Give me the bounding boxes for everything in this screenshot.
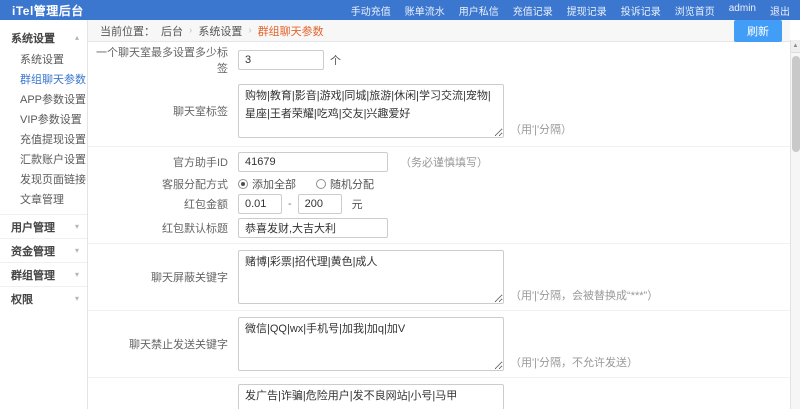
sidebar-group-user-manage[interactable]: 用户管理 ▾	[0, 214, 87, 238]
block-keywords-textarea[interactable]: 赌博|彩票|招代理|黄色|成人	[238, 250, 504, 304]
field-label: 聊天屏蔽关键字	[88, 269, 238, 285]
topbar-menu-item-user-messages[interactable]: 用户私信	[459, 3, 499, 18]
topbar-menu-item-logout[interactable]: 退出	[770, 3, 790, 18]
chevron-down-icon: ▾	[75, 271, 79, 279]
field-hint: （务必谨慎填写）	[394, 154, 488, 171]
sidebar-item-article-manage[interactable]: 文章管理	[0, 190, 87, 210]
unit-suffix: 元	[348, 196, 363, 212]
forbid-keywords-textarea[interactable]: 微信|QQ|wx|手机号|加我|加q|加V	[238, 317, 504, 371]
breadcrumb-item-system-settings[interactable]: 系统设置	[198, 23, 242, 39]
form-row-helper-id: 官方助手ID （务必谨慎填写）	[88, 147, 790, 175]
sidebar-group-permissions[interactable]: 权限 ▾	[0, 286, 87, 310]
field-label: 客服分配方式	[88, 176, 238, 192]
form-row-assign-mode: 客服分配方式 添加全部 随机分配	[88, 175, 790, 193]
breadcrumb-item-current: 群组聊天参数	[258, 23, 324, 39]
chevron-right-icon: ›	[189, 25, 192, 36]
field-label: 红包金额	[88, 196, 238, 212]
breadcrumb-prefix: 当前位置：	[100, 23, 155, 39]
radio-option-random[interactable]: 随机分配	[316, 176, 374, 192]
settings-form: 一个聊天室最多设置多少标签 个 聊天室标签 购物|教育|影音|游戏|同城|旅游|…	[88, 42, 790, 409]
breadcrumb-item-backend[interactable]: 后台	[161, 23, 183, 39]
form-row-forbid-keywords: 聊天禁止发送关键字 微信|QQ|wx|手机号|加我|加q|加V （用'|'分隔，…	[88, 311, 790, 378]
topbar-menu-item-bill-flow[interactable]: 账单流水	[405, 3, 445, 18]
room-tags-textarea[interactable]: 购物|教育|影音|游戏|同城|旅游|休闲|学习交流|宠物|星座|王者荣耀|吃鸡|…	[238, 84, 504, 138]
form-row-extra-keywords: 发广告|诈骗|危险用户|发不良网站|小号|马甲	[88, 378, 790, 409]
topbar-menu-item-admin[interactable]: admin	[729, 3, 756, 18]
form-row-redpacket-amount: 红包金额 - 元	[88, 193, 790, 215]
topbar-menu-item-recharge-log[interactable]: 充值记录	[513, 3, 553, 18]
sidebar-item-remit-account[interactable]: 汇款账户设置	[0, 150, 87, 170]
form-row-tag-limit: 一个聊天室最多设置多少标签 个	[88, 42, 790, 78]
field-label: 聊天禁止发送关键字	[88, 336, 238, 352]
field-hint: （用'|'分隔，不允许发送）	[510, 354, 638, 371]
scrollbar-up-arrow-icon[interactable]: ▲	[791, 40, 800, 53]
radio-icon[interactable]	[316, 179, 326, 189]
refresh-button[interactable]: 刷新	[734, 20, 782, 42]
chevron-up-icon: ▴	[75, 34, 79, 42]
field-hint: （用'|'分隔）	[510, 121, 572, 138]
sidebar-item-vip-params[interactable]: VIP参数设置	[0, 110, 87, 130]
scrollbar-thumb[interactable]	[792, 56, 800, 152]
radio-icon[interactable]	[238, 179, 248, 189]
field-label: 红包默认标题	[88, 220, 238, 236]
form-row-room-tags: 聊天室标签 购物|教育|影音|游戏|同城|旅游|休闲|学习交流|宠物|星座|王者…	[88, 78, 790, 147]
chevron-down-icon: ▾	[75, 223, 79, 231]
sidebar-item-app-params[interactable]: APP参数设置	[0, 90, 87, 110]
page-scrollbar[interactable]: ▲	[790, 40, 800, 409]
sidebar-group-system-settings[interactable]: 系统设置 ▴	[0, 26, 87, 50]
field-label: 官方助手ID	[88, 154, 238, 170]
topbar-menu-item-complaint-log[interactable]: 投诉记录	[621, 3, 661, 18]
sidebar-item-discover-links[interactable]: 发现页面链接	[0, 170, 87, 190]
unit-suffix: 个	[330, 52, 341, 68]
sidebar-item-recharge-withdraw[interactable]: 充值提现设置	[0, 130, 87, 150]
sidebar-item-group-chat-params[interactable]: 群组聊天参数	[0, 70, 87, 90]
sidebar: 系统设置 ▴ 系统设置 群组聊天参数 APP参数设置 VIP参数设置 充值提现设…	[0, 20, 88, 409]
field-label: 一个聊天室最多设置多少标签	[88, 44, 238, 76]
topbar-menu-item-withdraw-log[interactable]: 提现记录	[567, 3, 607, 18]
form-row-block-keywords: 聊天屏蔽关键字 赌博|彩票|招代理|黄色|成人 （用'|'分隔，会被替换成“**…	[88, 244, 790, 311]
topbar-menu-item-view-homepage[interactable]: 浏览首页	[675, 3, 715, 18]
topbar-menu: 手动充值 账单流水 用户私信 充值记录 提现记录 投诉记录 浏览首页 admin…	[351, 3, 790, 18]
chevron-down-icon: ▾	[75, 295, 79, 303]
topbar: iTel管理后台 手动充值 账单流水 用户私信 充值记录 提现记录 投诉记录 浏…	[0, 0, 800, 20]
chevron-down-icon: ▾	[75, 247, 79, 255]
tag-limit-input[interactable]	[238, 50, 324, 70]
sidebar-submenu-system: 系统设置 群组聊天参数 APP参数设置 VIP参数设置 充值提现设置 汇款账户设…	[0, 50, 87, 214]
helper-id-input[interactable]	[238, 152, 388, 172]
sidebar-group-group-manage[interactable]: 群组管理 ▾	[0, 262, 87, 286]
redpacket-max-input[interactable]	[298, 194, 342, 214]
redpacket-min-input[interactable]	[238, 194, 282, 214]
form-row-redpacket-title: 红包默认标题	[88, 215, 790, 244]
chevron-right-icon: ›	[248, 25, 251, 36]
breadcrumb: 当前位置： 后台 › 系统设置 › 群组聊天参数	[100, 23, 324, 39]
topbar-menu-item-manual-recharge[interactable]: 手动充值	[351, 3, 391, 18]
main-content: 当前位置： 后台 › 系统设置 › 群组聊天参数 刷新 一个聊天室最多设置多少标…	[88, 20, 800, 409]
breadcrumb-bar: 当前位置： 后台 › 系统设置 › 群组聊天参数 刷新	[88, 20, 790, 42]
field-hint: （用'|'分隔，会被替换成“***”）	[510, 287, 658, 304]
field-label: 聊天室标签	[88, 103, 238, 119]
extra-keywords-textarea[interactable]: 发广告|诈骗|危险用户|发不良网站|小号|马甲	[238, 384, 504, 409]
sidebar-group-fund-manage[interactable]: 资金管理 ▾	[0, 238, 87, 262]
range-dash: -	[288, 198, 292, 210]
app-title: iTel管理后台	[12, 2, 84, 19]
sidebar-item-system-settings[interactable]: 系统设置	[0, 50, 87, 70]
radio-option-add-all[interactable]: 添加全部	[238, 176, 296, 192]
redpacket-title-input[interactable]	[238, 218, 388, 238]
